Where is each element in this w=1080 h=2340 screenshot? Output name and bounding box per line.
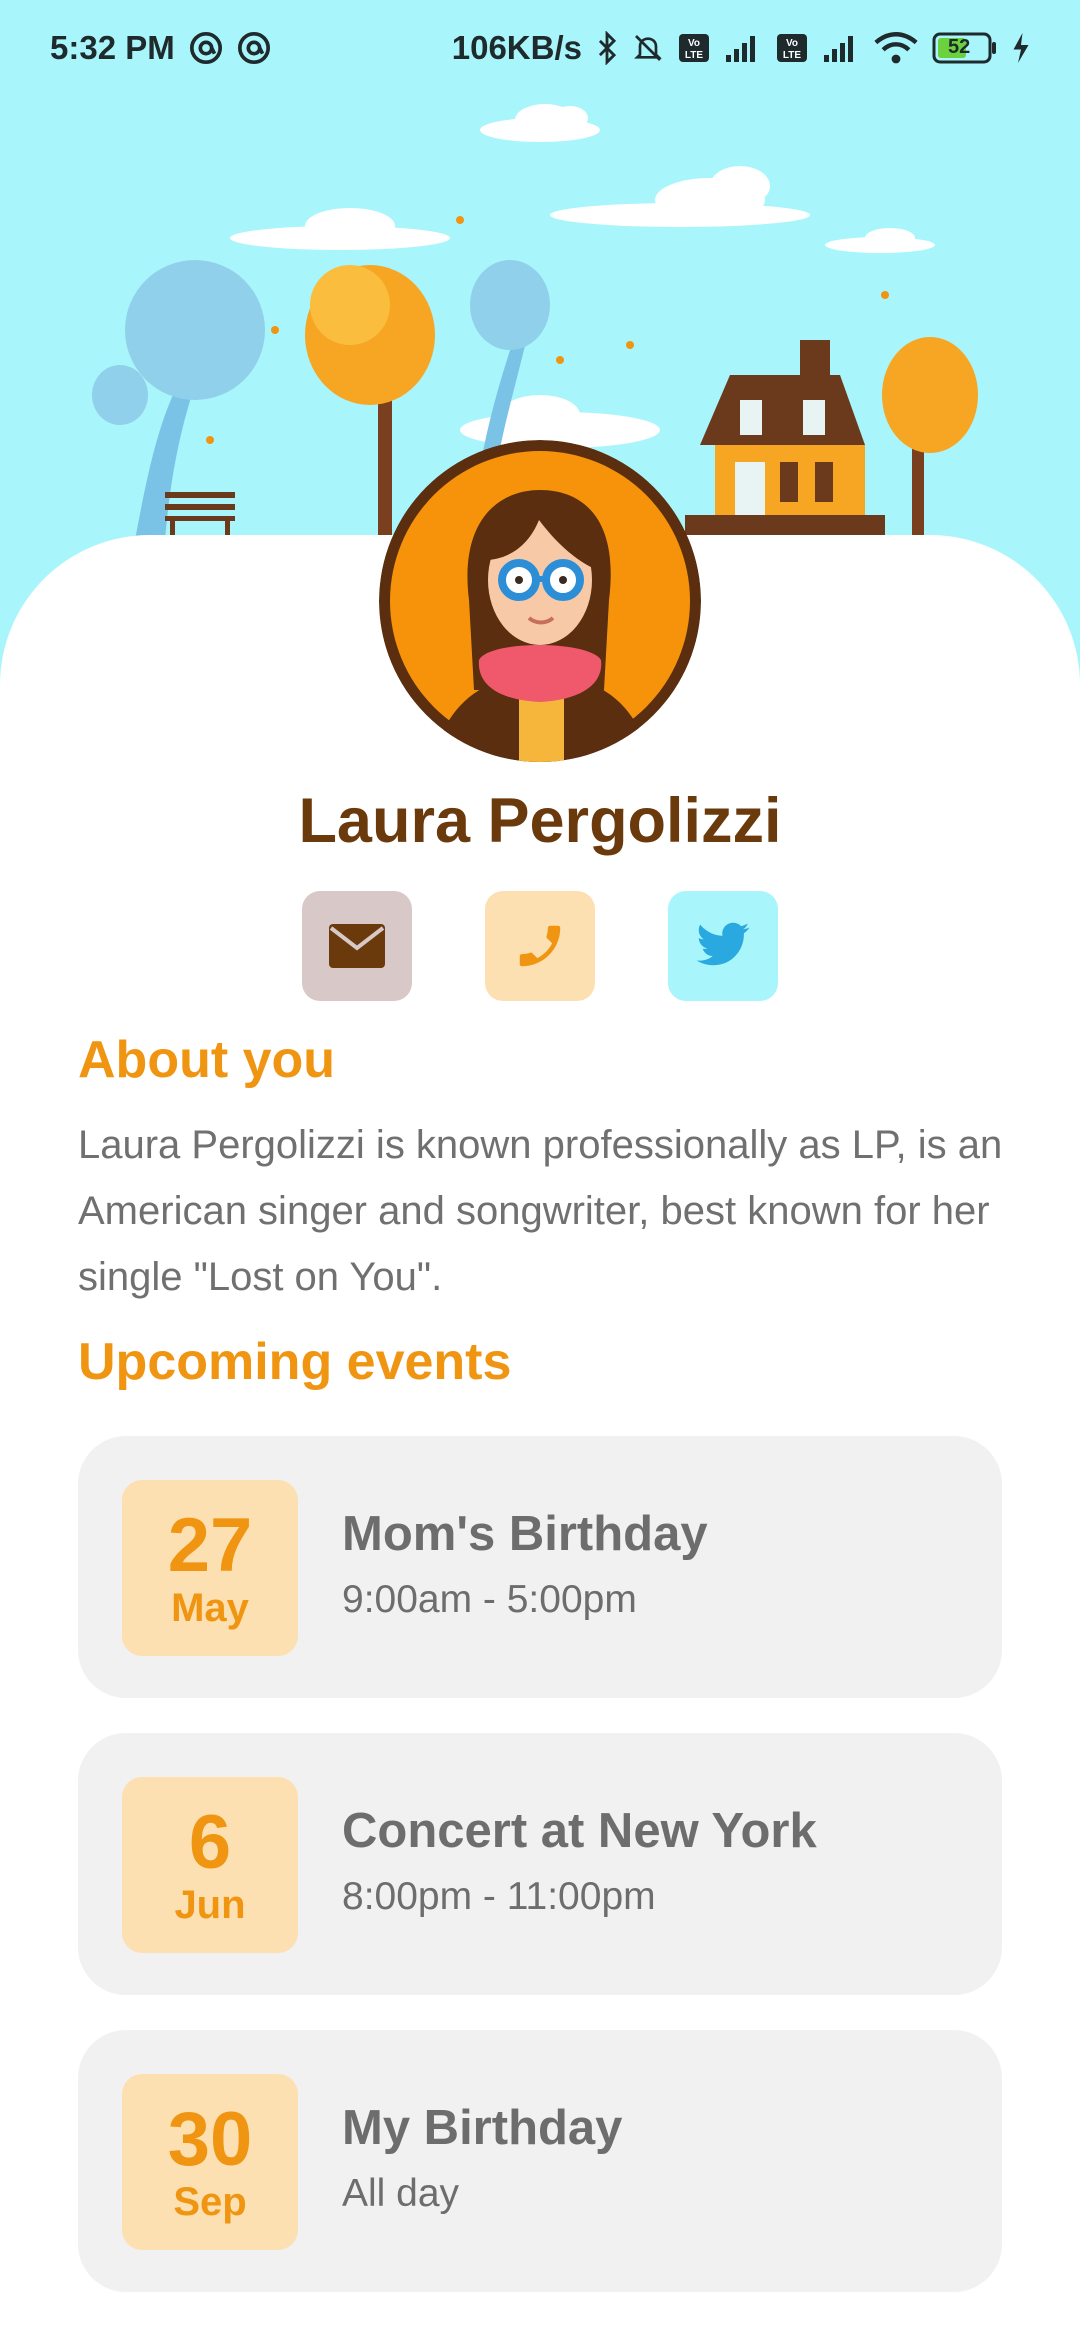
- status-bar: 5:32 PM 106KB/s Vo LTE Vo LTE 52: [0, 0, 1080, 96]
- event-day: 27: [167, 1503, 253, 1588]
- about-title: About you: [78, 1031, 336, 1089]
- svg-text:LTE: LTE: [783, 50, 801, 61]
- battery-level: 52: [948, 36, 971, 58]
- event-month: Jun: [174, 1883, 246, 1927]
- event-card[interactable]: 30 Sep My Birthday All day: [78, 2030, 1002, 2292]
- event-date: 30 Sep: [122, 2074, 298, 2250]
- event-date: 6 Jun: [122, 1777, 298, 1953]
- twitter-button[interactable]: [668, 891, 778, 1001]
- event-month: May: [171, 1586, 249, 1630]
- event-card[interactable]: 6 Jun Concert at New York 8:00pm - 11:00…: [78, 1733, 1002, 1995]
- avatar: [379, 440, 701, 762]
- svg-text:LTE: LTE: [685, 50, 703, 61]
- status-left: 5:32 PM: [50, 29, 271, 67]
- status-right: 106KB/s Vo LTE Vo LTE 52: [452, 29, 1030, 67]
- event-date: 27 May: [122, 1480, 298, 1656]
- phone-button[interactable]: [485, 891, 595, 1001]
- phone-icon: [519, 925, 561, 967]
- mail-icon: [329, 924, 385, 968]
- charging-icon: [1012, 33, 1030, 63]
- event-day: 6: [188, 1800, 232, 1885]
- profile-name: Laura Pergolizzi: [298, 786, 782, 856]
- signal-icon: [724, 33, 762, 63]
- events-title: Upcoming events: [78, 1333, 512, 1391]
- event-time: 8:00pm - 11:00pm: [342, 1875, 656, 1918]
- event-title: Mom's Birthday: [342, 1507, 708, 1561]
- network-speed: 106KB/s: [451, 29, 582, 66]
- event-title: My Birthday: [342, 2101, 623, 2155]
- about-text: Laura Pergolizzi is known professionally…: [78, 1123, 1003, 1299]
- event-card[interactable]: 27 May Mom's Birthday 9:00am - 5:00pm: [78, 1436, 1002, 1698]
- svg-text:Vo: Vo: [786, 38, 798, 49]
- volte-icon: Vo LTE: [678, 33, 710, 63]
- wifi-icon: [874, 31, 918, 65]
- volte-icon: Vo LTE: [776, 33, 808, 63]
- status-time: 5:32 PM: [50, 29, 175, 66]
- twitter-icon: [696, 922, 750, 966]
- event-time: 9:00am - 5:00pm: [342, 1578, 637, 1621]
- signal-icon: [822, 33, 860, 63]
- contact-actions: [0, 891, 1080, 1001]
- email-button[interactable]: [302, 891, 412, 1001]
- at-sign-icon: [237, 31, 271, 65]
- event-month: Sep: [173, 2180, 247, 2224]
- bell-off-icon: [632, 31, 664, 65]
- svg-text:Vo: Vo: [688, 38, 700, 49]
- battery-icon: 52: [932, 32, 998, 64]
- at-sign-icon: [189, 31, 223, 65]
- event-day: 30: [167, 2097, 253, 2182]
- bluetooth-icon: [596, 31, 618, 65]
- event-time: All day: [342, 2172, 460, 2215]
- event-title: Concert at New York: [342, 1804, 817, 1858]
